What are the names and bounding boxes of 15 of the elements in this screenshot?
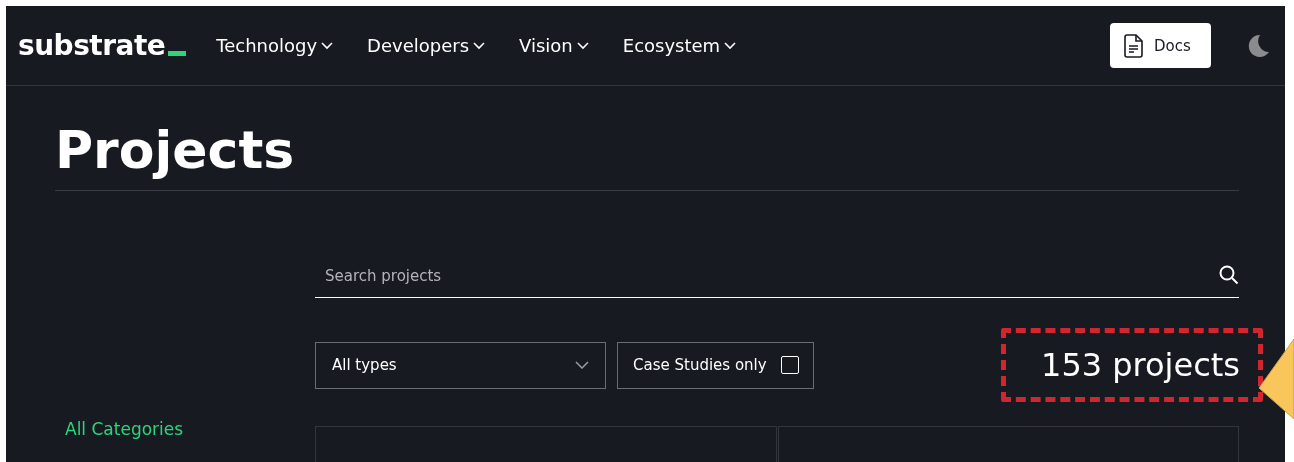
search-icon[interactable]	[1219, 265, 1239, 285]
page-title: Projects	[55, 119, 296, 182]
nav-link[interactable]: Developers	[367, 35, 486, 56]
nav-link[interactable]: Vision	[519, 35, 589, 56]
project-count: 153 projects	[1041, 346, 1240, 384]
search-field[interactable]: Search projects	[315, 254, 1239, 298]
logo[interactable]: substrate	[18, 29, 187, 62]
nav-link[interactable]: Ecosystem	[622, 35, 737, 56]
type-dropdown[interactable]: All types	[315, 341, 606, 389]
category-link[interactable]: All Categories	[65, 419, 315, 439]
docs-button[interactable]: Docs	[1110, 23, 1211, 68]
document-icon	[1124, 33, 1144, 58]
nav-link[interactable]: Technology	[216, 35, 334, 56]
caret-icon	[575, 361, 589, 369]
case-studies-checkbox[interactable]: Case Studies only	[617, 341, 814, 389]
